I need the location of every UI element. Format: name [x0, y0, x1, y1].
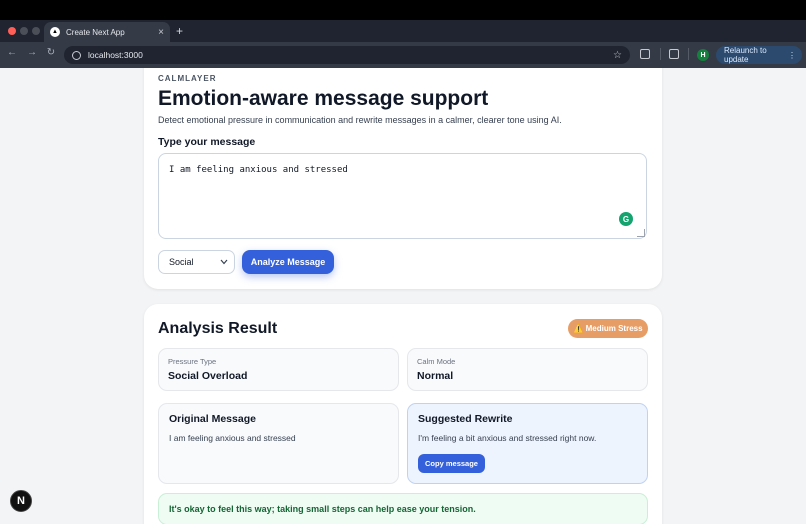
reload-icon[interactable]: ↻	[44, 47, 58, 58]
message-textarea[interactable]: I am feeling anxious and stressed	[158, 153, 647, 239]
close-tab-icon[interactable]: ×	[158, 27, 164, 38]
brand-label: CALMLAYER	[158, 74, 217, 83]
pressure-type-box: Pressure Type Social Overload	[158, 348, 399, 391]
toolbar-divider	[688, 48, 689, 60]
analysis-result-card: Analysis Result ⚠️ Medium Stress Pressur…	[144, 304, 662, 524]
relaunch-label: Relaunch to update	[724, 46, 767, 64]
calm-mode-value: Normal	[417, 370, 454, 382]
calm-mode-label: Calm Mode	[417, 357, 456, 366]
original-message-title: Original Message	[169, 413, 256, 425]
original-message-box: Original Message I am feeling anxious an…	[158, 403, 399, 484]
more-menu-icon[interactable]: ⋮	[788, 51, 796, 60]
forward-icon[interactable]: →	[25, 47, 39, 58]
close-window-button[interactable]	[8, 27, 16, 35]
profile-avatar[interactable]: H	[697, 49, 709, 61]
url-text[interactable]: localhost:3000	[88, 50, 613, 60]
analyze-message-button[interactable]: Analyze Message	[242, 250, 334, 274]
encouragement-message: It's okay to feel this way; taking small…	[158, 493, 648, 524]
stress-level-badge: ⚠️ Medium Stress	[568, 319, 648, 338]
context-select[interactable]: Social	[158, 250, 235, 274]
message-input-label: Type your message	[158, 136, 256, 148]
suggested-rewrite-box: Suggested Rewrite I'm feeling a bit anxi…	[407, 403, 648, 484]
extensions-icon[interactable]	[640, 49, 650, 59]
grammarly-icon[interactable]: G	[619, 212, 633, 226]
pressure-type-label: Pressure Type	[168, 357, 217, 366]
suggested-rewrite-title: Suggested Rewrite	[418, 413, 513, 425]
back-icon[interactable]: ←	[5, 47, 19, 58]
maximize-window-button[interactable]	[32, 27, 40, 35]
copy-message-button[interactable]: Copy message	[418, 454, 485, 473]
context-selected-value: Social	[169, 257, 194, 267]
analysis-result-title: Analysis Result	[158, 320, 278, 337]
bookmark-star-icon[interactable]: ☆	[613, 50, 622, 61]
chevron-down-icon	[220, 259, 228, 265]
relaunch-to-update-button[interactable]: Relaunch to update ⋮	[716, 46, 802, 64]
resize-handle[interactable]	[637, 229, 645, 237]
minimize-window-button[interactable]	[20, 27, 28, 35]
nextjs-dev-tools-button[interactable]: N	[10, 490, 32, 512]
new-tab-button[interactable]: +	[176, 24, 183, 38]
site-info-icon[interactable]	[72, 50, 81, 60]
nextjs-favicon-icon: ▲	[50, 27, 60, 37]
toolbar-divider	[660, 48, 661, 60]
page-title: Emotion-aware message support	[158, 87, 489, 110]
suggested-rewrite-text: I'm feeling a bit anxious and stressed r…	[418, 433, 597, 443]
composer-card: CALMLAYER Emotion-aware message support …	[144, 68, 662, 289]
page-subtitle: Detect emotional pressure in communicati…	[158, 115, 562, 125]
tab-create-next-app[interactable]: ▲ Create Next App ×	[44, 22, 170, 42]
menu-bar	[0, 0, 806, 20]
page-viewport: CALMLAYER Emotion-aware message support …	[0, 68, 806, 524]
original-message-text: I am feeling anxious and stressed	[169, 433, 296, 443]
address-bar[interactable]: localhost:3000 ☆	[64, 46, 630, 64]
tab-title: Create Next App	[66, 27, 125, 37]
pressure-type-value: Social Overload	[168, 370, 248, 382]
calm-mode-box: Calm Mode Normal	[407, 348, 648, 391]
cast-icon[interactable]	[669, 49, 679, 59]
